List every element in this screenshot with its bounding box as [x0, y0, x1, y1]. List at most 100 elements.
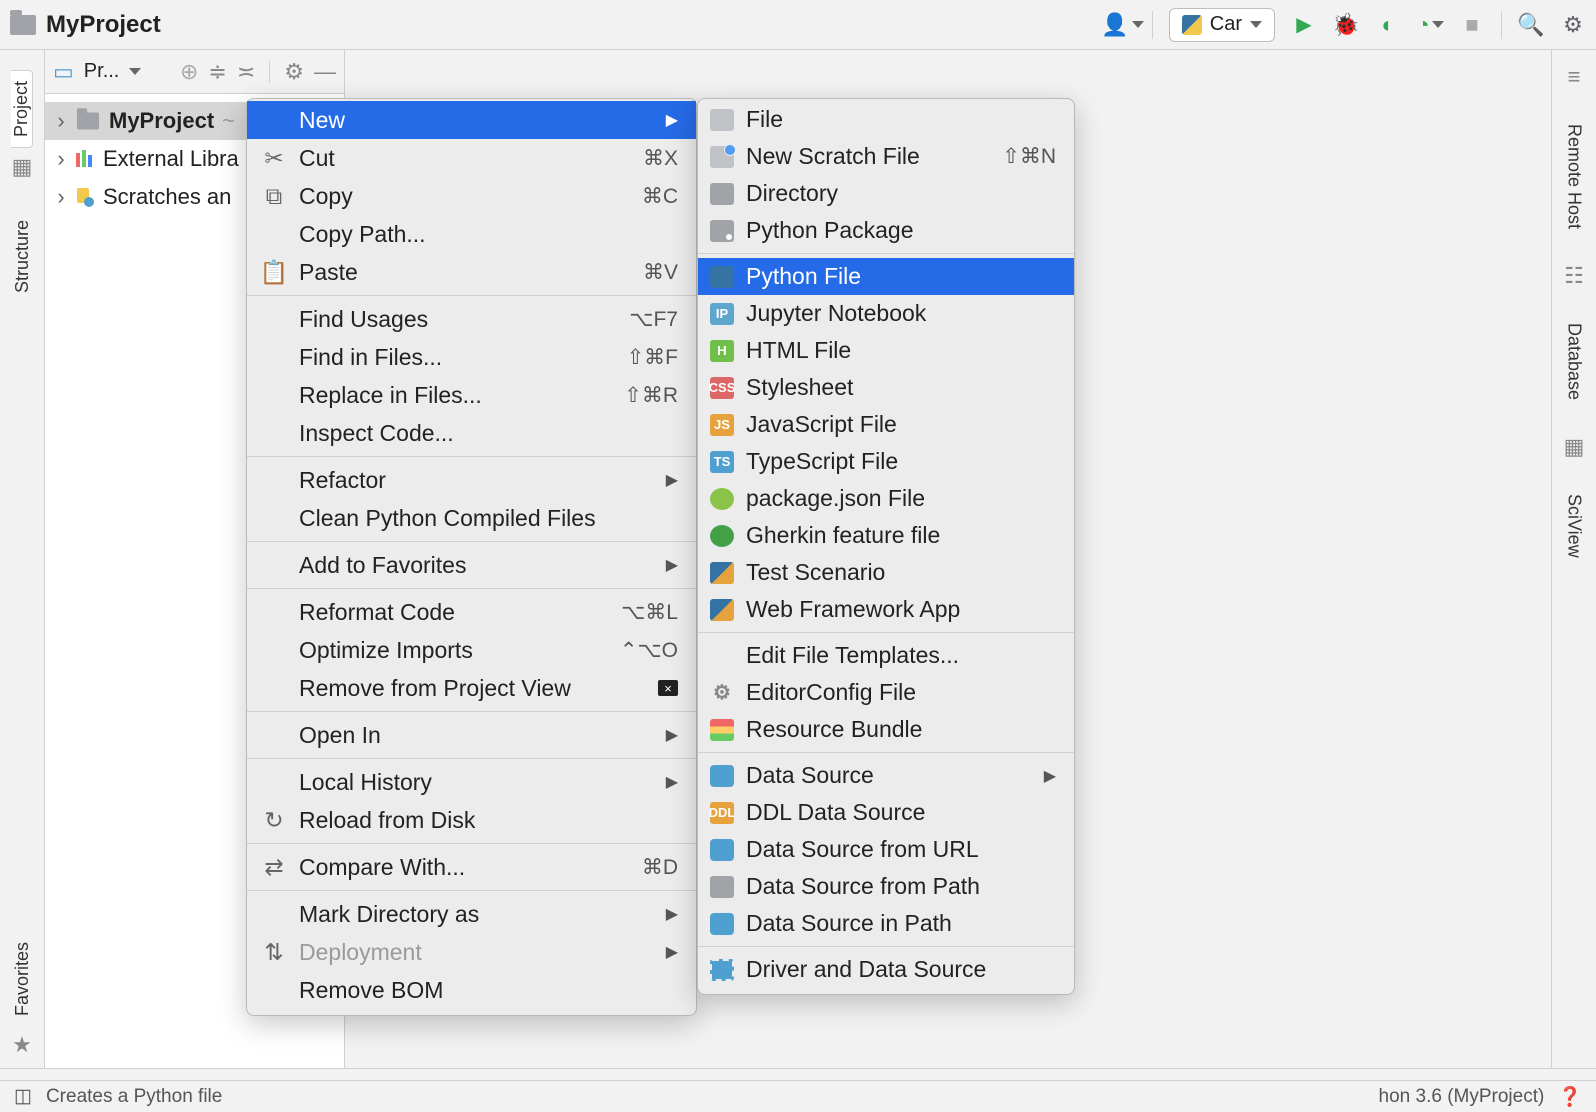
menu-item-find-in-files[interactable]: Find in Files...⇧⌘F [247, 338, 696, 376]
menu-item-label: Remove from Project View [299, 675, 644, 702]
run-config-combo[interactable]: Car [1169, 8, 1275, 42]
remote-host-icon[interactable]: ≡ [1568, 64, 1581, 90]
chevron-down-icon[interactable] [129, 68, 141, 75]
chevron-right-icon[interactable]: › [55, 108, 67, 134]
menu-item-web-framework-app[interactable]: Web Framework App [698, 591, 1074, 628]
coverage-icon[interactable]: ◐ [1375, 12, 1401, 38]
view-mode-icon[interactable]: ▭ [53, 59, 74, 85]
menu-item-new-scratch-file[interactable]: New Scratch File ⇧⌘N [698, 138, 1074, 175]
menu-item-python-file[interactable]: Python File [698, 258, 1074, 295]
menu-item-jupyter-notebook[interactable]: IPJupyter Notebook [698, 295, 1074, 332]
menu-item-copy[interactable]: ⧉Copy⌘C [247, 177, 696, 215]
menu-item-data-source-in-path[interactable]: Data Source in Path [698, 905, 1074, 942]
right-toolwindow-bar: ≡ Remote Host ☷ Database ▦ SciView [1551, 50, 1596, 1068]
menu-item-ddl-data-source[interactable]: DDLDDL Data Source [698, 794, 1074, 831]
menu-item-javascript-file[interactable]: JSJavaScript File [698, 406, 1074, 443]
divider [1152, 11, 1153, 39]
menu-item-replace-in-files[interactable]: Replace in Files...⇧⌘R [247, 376, 696, 414]
menu-item-paste[interactable]: 📋Paste⌘V [247, 253, 696, 291]
menu-item-mark-directory-as[interactable]: Mark Directory as▶ [247, 895, 696, 933]
chevron-down-icon [1250, 21, 1262, 28]
favorites-tool-tab[interactable]: Favorites [12, 932, 33, 1026]
menu-item-deployment: ⇅Deployment▶ [247, 933, 696, 971]
menu-item-find-usages[interactable]: Find Usages⌥F7 [247, 300, 696, 338]
sciview-tab[interactable]: SciView [1564, 484, 1585, 568]
menu-item-package-json-file[interactable]: package.json File [698, 480, 1074, 517]
database-tab[interactable]: Database [1564, 313, 1585, 410]
menu-item-add-to-favorites[interactable]: Add to Favorites▶ [247, 546, 696, 584]
menu-item-resource-bundle[interactable]: Resource Bundle [698, 711, 1074, 748]
python-sdk-label[interactable]: hon 3.6 (MyProject) [1379, 1086, 1545, 1108]
expand-all-icon[interactable]: ≑ [208, 59, 226, 85]
menu-separator [698, 632, 1074, 633]
menu-item-html-file[interactable]: HHTML File [698, 332, 1074, 369]
shortcut-label: ⇧⌘F [627, 345, 678, 370]
menu-item-optimize-imports[interactable]: Optimize Imports⌃⌥O [247, 631, 696, 669]
menu-item-cut[interactable]: ✂Cut⌘X [247, 139, 696, 177]
menu-item-label: Find Usages [299, 306, 615, 333]
menu-item-label: Edit File Templates... [746, 642, 1056, 669]
structure-tool-tab[interactable]: Structure [12, 210, 33, 303]
gear-icon[interactable]: ⚙ [284, 59, 304, 85]
menu-item-file[interactable]: File [698, 101, 1074, 138]
menu-item-reload-from-disk[interactable]: ↻Reload from Disk [247, 801, 696, 839]
menu-item-directory[interactable]: Directory [698, 175, 1074, 212]
project-tool-icon[interactable]: ▦ [12, 154, 33, 180]
locate-icon[interactable]: ⊕ [180, 59, 198, 85]
debug-icon[interactable]: 🐞 [1333, 12, 1359, 38]
view-label[interactable]: Pr... [84, 60, 120, 83]
project-name[interactable]: MyProject [46, 11, 161, 39]
menu-item-remove-from-project-view[interactable]: Remove from Project View× [247, 669, 696, 707]
database-icon[interactable]: ☷ [1564, 263, 1584, 289]
menu-item-compare-with[interactable]: ⇄Compare With...⌘D [247, 848, 696, 886]
menu-item-copy-path[interactable]: Copy Path... [247, 215, 696, 253]
menu-item-label: New Scratch File [746, 143, 990, 170]
submenu-arrow-icon: ▶ [666, 772, 678, 792]
chevron-right-icon[interactable]: › [55, 146, 67, 172]
collapse-all-icon[interactable]: ≍ [237, 59, 255, 85]
menu-item-local-history[interactable]: Local History▶ [247, 763, 696, 801]
user-icon[interactable]: 👤 [1110, 12, 1136, 38]
menu-item-edit-file-templates[interactable]: Edit File Templates... [698, 637, 1074, 674]
menu-item-data-source-from-path[interactable]: Data Source from Path [698, 868, 1074, 905]
menu-item-remove-bom[interactable]: Remove BOM [247, 971, 696, 1009]
menu-item-data-source-from-url[interactable]: Data Source from URL [698, 831, 1074, 868]
menu-item-gherkin-feature-file[interactable]: Gherkin feature file [698, 517, 1074, 554]
scratches-icon [75, 187, 95, 207]
menu-item-python-package[interactable]: Python Package [698, 212, 1074, 249]
file-type-icon [710, 959, 734, 981]
sciview-icon[interactable]: ▦ [1564, 434, 1585, 460]
menu-item-editorconfig-file[interactable]: ⚙EditorConfig File [698, 674, 1074, 711]
menu-item-label: Copy [299, 183, 628, 210]
menu-item-data-source[interactable]: Data Source▶ [698, 757, 1074, 794]
settings-icon[interactable]: ⚙ [1560, 12, 1586, 38]
file-type-icon [710, 146, 734, 168]
shortcut-label: ⇧⌘N [1002, 144, 1056, 169]
minimize-icon[interactable]: — [314, 59, 336, 85]
file-type-icon [710, 183, 734, 205]
menu-item-stylesheet[interactable]: CSSStylesheet [698, 369, 1074, 406]
menu-item-test-scenario[interactable]: Test Scenario [698, 554, 1074, 591]
hector-icon[interactable]: ❓ [1558, 1085, 1582, 1109]
menu-item-label: Python File [746, 263, 1056, 290]
menu-item-new[interactable]: New▶ [247, 101, 696, 139]
chevron-right-icon[interactable]: › [55, 184, 67, 210]
menu-item-driver-and-data-source[interactable]: Driver and Data Source [698, 951, 1074, 988]
search-icon[interactable]: 🔍 [1518, 12, 1544, 38]
menu-item-clean-python-compiled-files[interactable]: Clean Python Compiled Files [247, 499, 696, 537]
star-icon: ★ [12, 1032, 32, 1058]
menu-item-reformat-code[interactable]: Reformat Code⌥⌘L [247, 593, 696, 631]
menu-item-inspect-code[interactable]: Inspect Code... [247, 414, 696, 452]
left-toolwindow-bar: Project ▦ Structure Favorites ★ [0, 50, 45, 1068]
file-type-icon [710, 839, 734, 861]
project-tool-tab[interactable]: Project [11, 70, 33, 148]
menu-item-open-in[interactable]: Open In▶ [247, 716, 696, 754]
run-icon[interactable]: ▶ [1291, 12, 1317, 38]
profile-icon[interactable]: ◔ [1417, 12, 1443, 38]
menu-item-label: Reformat Code [299, 599, 607, 626]
remote-host-tab[interactable]: Remote Host [1564, 114, 1585, 239]
toolwindows-toggle-icon[interactable]: ◫ [14, 1085, 32, 1108]
menu-item-refactor[interactable]: Refactor▶ [247, 461, 696, 499]
menu-item-typescript-file[interactable]: TSTypeScript File [698, 443, 1074, 480]
menu-item-label: EditorConfig File [746, 679, 1056, 706]
